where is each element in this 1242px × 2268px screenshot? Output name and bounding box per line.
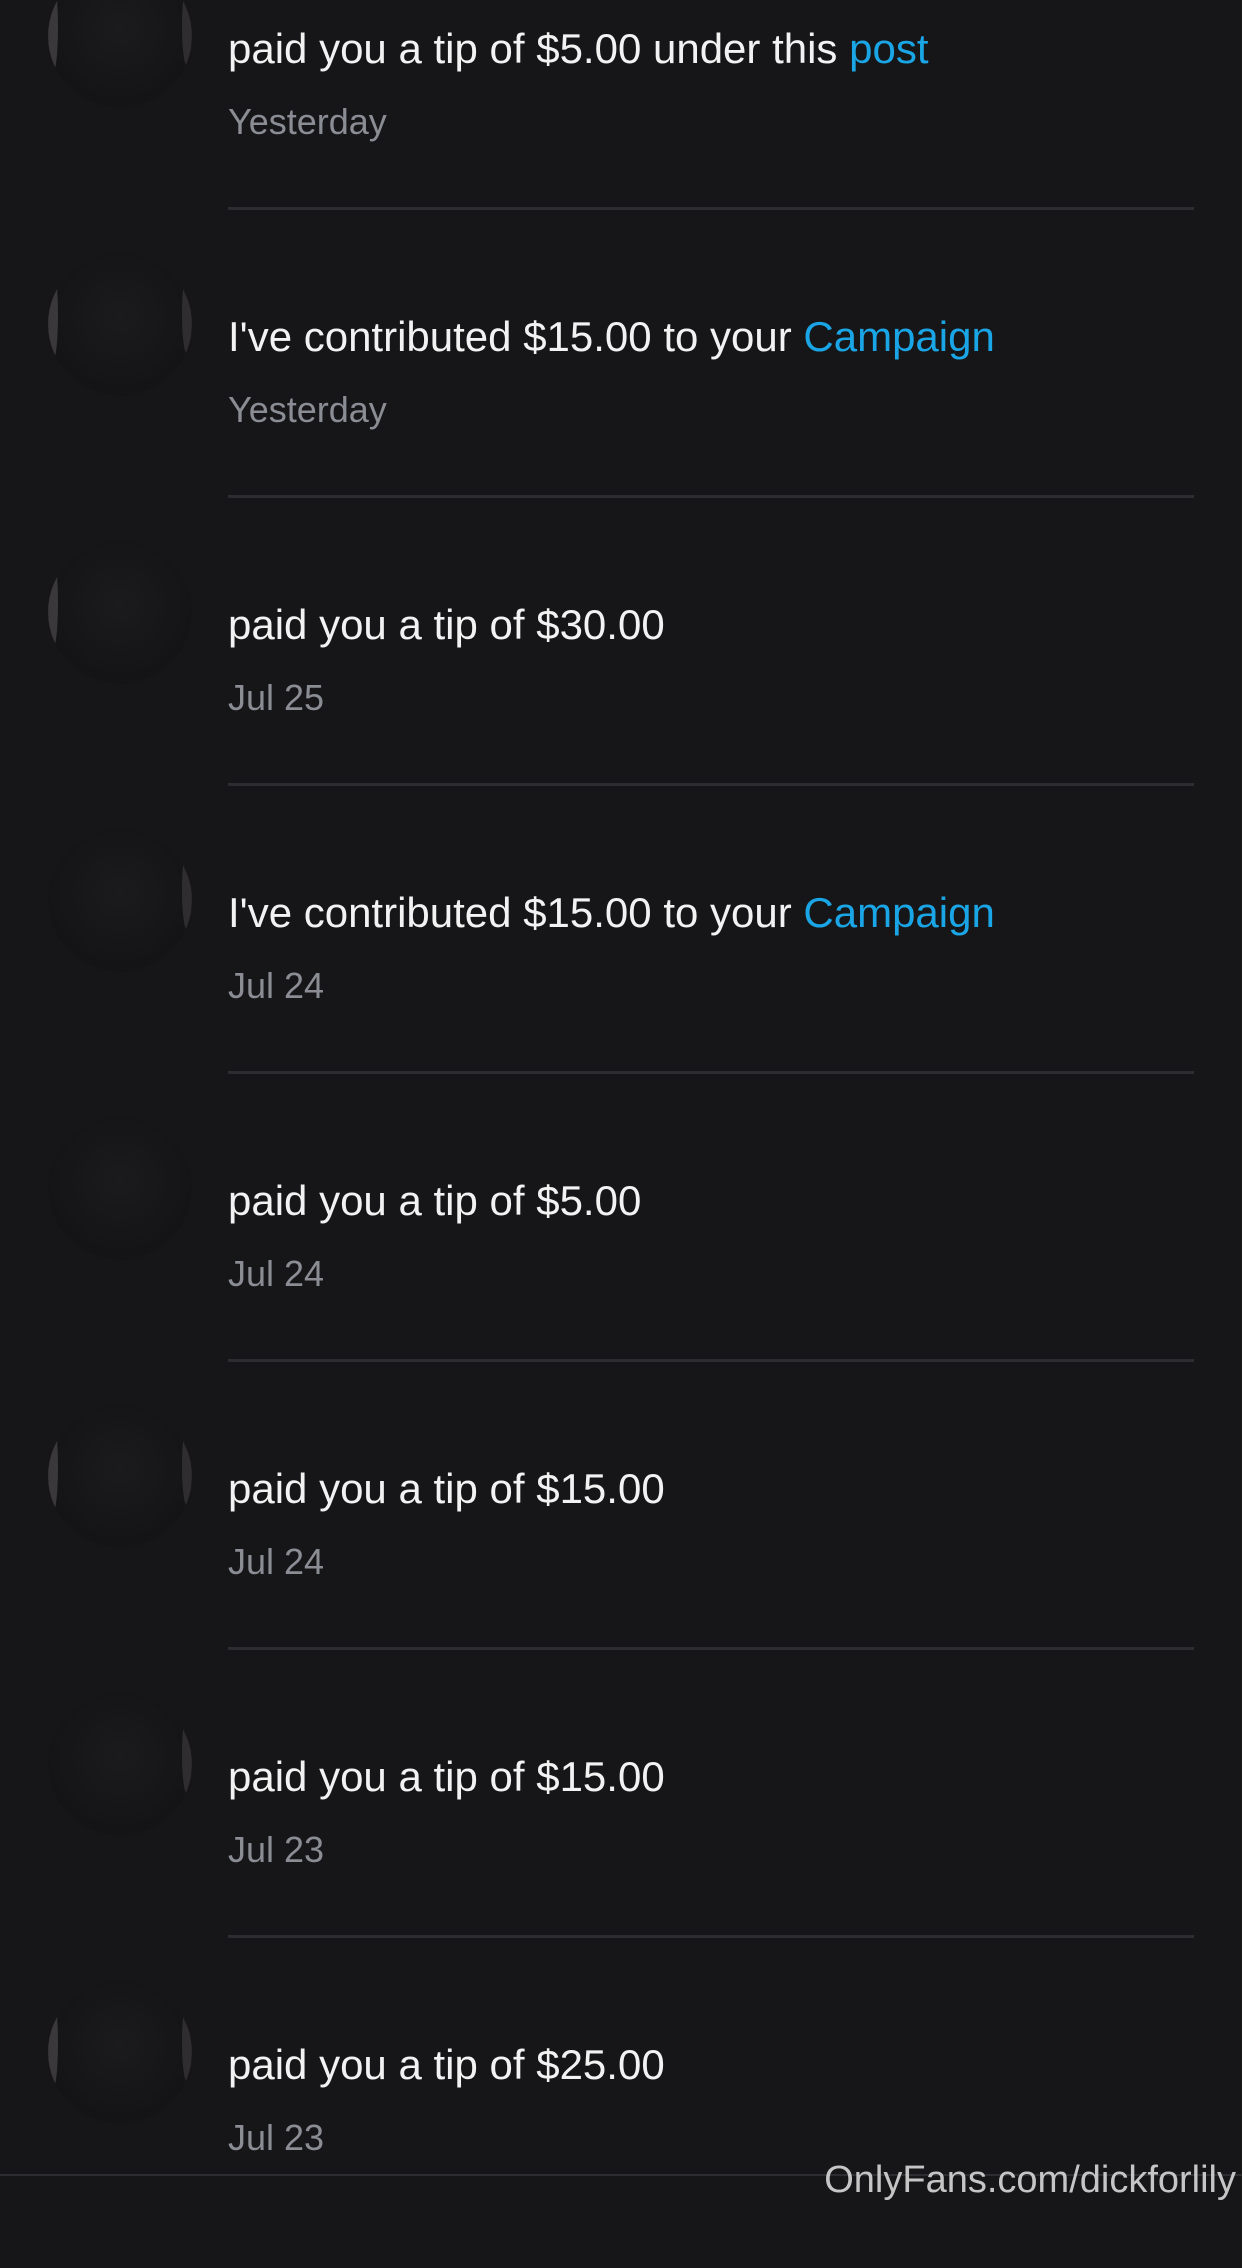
avatar[interactable] (48, 1116, 192, 1260)
notification-time: Yesterday (228, 101, 387, 142)
divider (228, 1071, 1194, 1074)
notification-item[interactable]: paid you a tip of $15.00 Jul 23 (0, 1692, 1242, 1980)
notification-time: Jul 23 (228, 2117, 325, 2158)
notification-message: paid you a tip of $5.00 under this post (228, 24, 929, 74)
notification-item[interactable]: I've contributed $15.00 to your Campaign… (0, 828, 1242, 1116)
avatar[interactable] (48, 1980, 192, 2124)
notification-message: paid you a tip of $15.00 (228, 1752, 665, 1802)
avatar[interactable] (48, 540, 192, 684)
notification-time: Jul 24 (228, 1541, 325, 1582)
notification-text: paid you a tip of $15.00 (228, 1465, 665, 1512)
notification-item[interactable]: paid you a tip of $5.00 Jul 24 (0, 1116, 1242, 1404)
post-link[interactable]: post (849, 25, 928, 72)
notification-item[interactable]: paid you a tip of $25.00 Jul 23 (0, 1980, 1242, 2268)
avatar-image-edge (182, 0, 192, 66)
avatar-image-edge (48, 0, 58, 72)
notification-item[interactable]: paid you a tip of $15.00 Jul 24 (0, 1404, 1242, 1692)
notification-time: Jul 25 (228, 677, 325, 718)
notification-message: paid you a tip of $30.00 (228, 600, 665, 650)
notification-text: paid you a tip of $15.00 (228, 1753, 665, 1800)
divider (228, 495, 1194, 498)
notification-text: I've contributed $15.00 to your (228, 889, 804, 936)
notification-message: paid you a tip of $15.00 (228, 1464, 665, 1514)
divider (228, 1935, 1194, 1938)
watermark: OnlyFans.com/dickforlily (824, 2159, 1236, 2201)
notification-item[interactable]: paid you a tip of $5.00 under this post … (0, 0, 1242, 252)
avatar[interactable] (48, 0, 192, 108)
avatar[interactable] (48, 252, 192, 396)
avatar-image-edge (182, 2002, 192, 2082)
notification-text: paid you a tip of $5.00 under this (228, 25, 850, 72)
avatar-image-edge (182, 1714, 192, 1794)
notification-text: paid you a tip of $30.00 (228, 601, 665, 648)
divider (228, 1359, 1194, 1362)
avatar-image-edge (48, 1422, 58, 1512)
campaign-link[interactable]: Campaign (803, 889, 994, 936)
avatar-image-edge (182, 1426, 192, 1506)
notification-time: Jul 24 (228, 965, 325, 1006)
avatar[interactable] (48, 828, 192, 972)
notification-time: Yesterday (228, 389, 387, 430)
avatar-image-edge (48, 1998, 58, 2088)
notification-time: Jul 24 (228, 1253, 325, 1294)
notification-message: I've contributed $15.00 to your Campaign (228, 312, 995, 362)
notification-item[interactable]: paid you a tip of $30.00 Jul 25 (0, 540, 1242, 828)
notification-text: I've contributed $15.00 to your (228, 313, 804, 360)
campaign-link[interactable]: Campaign (803, 313, 994, 360)
notification-message: paid you a tip of $25.00 (228, 2040, 665, 2090)
avatar[interactable] (48, 1404, 192, 1548)
avatar[interactable] (48, 1692, 192, 1836)
avatar-image-edge (182, 274, 192, 354)
notification-message: paid you a tip of $5.00 (228, 1176, 641, 1226)
notification-time: Jul 23 (228, 1829, 325, 1870)
notification-message: I've contributed $15.00 to your Campaign (228, 888, 995, 938)
avatar-image-edge (48, 270, 58, 360)
avatar-image-edge (182, 850, 192, 930)
divider (228, 1647, 1194, 1650)
notification-text: paid you a tip of $25.00 (228, 2041, 665, 2088)
avatar-image-edge (48, 558, 58, 648)
notification-text: paid you a tip of $5.00 (228, 1177, 642, 1224)
divider (228, 783, 1194, 786)
divider (228, 207, 1194, 210)
notification-item[interactable]: I've contributed $15.00 to your Campaign… (0, 252, 1242, 540)
